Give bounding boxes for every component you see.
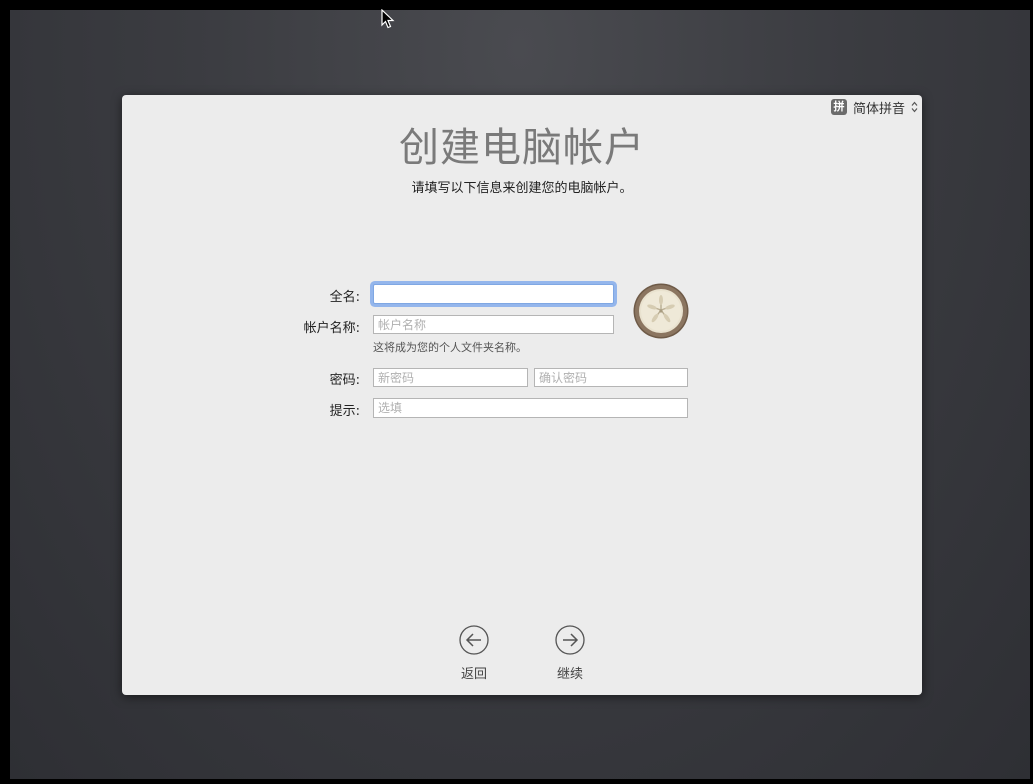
user-picture-sand-dollar[interactable]: [633, 283, 689, 339]
input-method-label: 简体拼音: [852, 101, 905, 117]
arrow-left-circle-icon: [459, 625, 489, 655]
full-name-label: 全名:: [329, 290, 360, 305]
account-name-hint: 这将成为您的个人文件夹名称。: [373, 341, 527, 354]
continue-button[interactable]: 继续: [540, 625, 600, 682]
pinyin-icon: 拼: [830, 99, 847, 115]
full-name-field[interactable]: [373, 284, 614, 304]
account-name-field[interactable]: [373, 315, 614, 334]
arrow-right-circle-icon: [555, 625, 585, 655]
hint-label: 提示:: [329, 404, 360, 419]
password-label: 密码:: [329, 373, 360, 388]
password-hint-field[interactable]: [373, 398, 688, 418]
back-button[interactable]: 返回: [444, 625, 504, 682]
account-name-label: 帐户名称:: [303, 321, 360, 336]
back-label: 返回: [460, 667, 487, 682]
continue-label: 继续: [556, 667, 583, 682]
confirm-password-field[interactable]: [534, 368, 688, 387]
mouse-cursor-icon: [381, 9, 395, 29]
page-subtitle: 请填写以下信息来创建您的电脑帐户。: [411, 181, 633, 196]
setup-panel: 拼 简体拼音 创建电脑帐户 请填写以下信息来创建您的电脑帐户。 全名: 帐户名称…: [122, 95, 922, 695]
input-method-selector[interactable]: 拼 简体拼音: [830, 99, 918, 117]
new-password-field[interactable]: [373, 368, 528, 387]
up-down-chevron-icon: [911, 101, 918, 113]
page-title: 创建电脑帐户: [399, 125, 645, 171]
